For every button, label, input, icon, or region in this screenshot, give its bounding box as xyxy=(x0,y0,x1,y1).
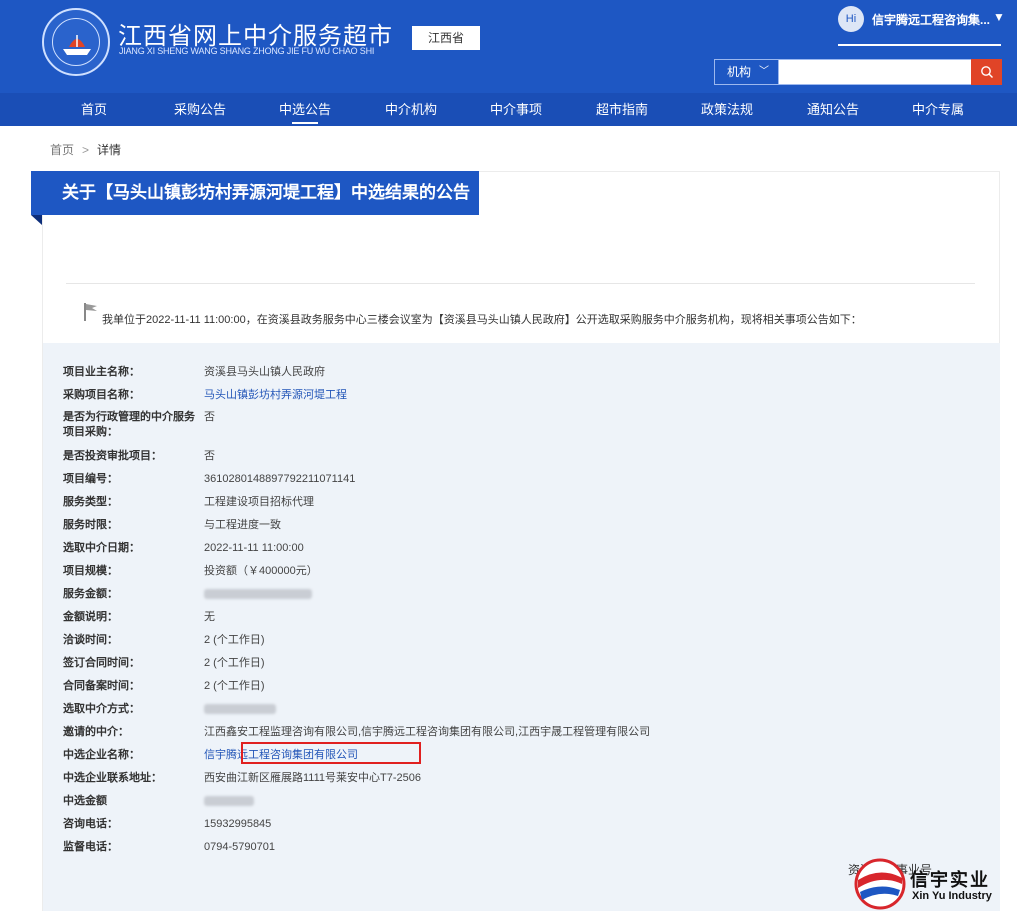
breadcrumb-current: 详情 xyxy=(97,143,122,157)
detail-value: 投资额（￥400000元） xyxy=(204,565,318,577)
detail-value: 否 xyxy=(204,450,215,462)
detail-label: 项目业主名称： xyxy=(63,366,140,378)
divider xyxy=(66,283,975,284)
detail-value: 0794-5790701 xyxy=(204,841,275,853)
breadcrumb-home[interactable]: 首页 xyxy=(50,143,74,157)
breadcrumb: 首页 > 详情 xyxy=(50,141,121,158)
banner-fold xyxy=(31,215,42,225)
detail-label: 洽谈时间： xyxy=(63,634,118,646)
nav-agencies[interactable]: 中介机构 xyxy=(358,93,464,126)
detail-label: 采购项目名称： xyxy=(63,389,140,401)
watermark-cn-text: 信宇实业 xyxy=(910,870,990,890)
detail-value: 否 xyxy=(204,411,215,423)
notice-title: 关于【马头山镇彭坊村弄源河堤工程】中选结果的公告 xyxy=(31,171,479,215)
watermark-en-text: Xin Yu Industry xyxy=(912,890,992,902)
main-nav: 首页 采购公告 中选公告 中介机构 中介事项 超市指南 政策法规 通知公告 中介… xyxy=(0,93,1017,126)
detail-value: 3610280148897792211071141 xyxy=(204,473,356,485)
site-subtitle: JIANG XI SHENG WANG SHANG ZHONG JIE FU W… xyxy=(119,46,375,56)
caret-down-icon[interactable]: ▼ xyxy=(993,10,1005,24)
user-menu[interactable]: Hi 信宇腾远工程咨询集... ▼ xyxy=(838,6,1005,46)
detail-label: 选取中介日期： xyxy=(63,542,140,554)
detail-label: 合同备案时间： xyxy=(63,680,140,692)
nav-announcements[interactable]: 通知公告 xyxy=(780,93,886,126)
nav-policy[interactable]: 政策法规 xyxy=(674,93,780,126)
detail-label: 金额说明： xyxy=(63,611,118,623)
project-name-link[interactable]: 马头山镇彭坊村弄源河堤工程 xyxy=(204,388,347,403)
detail-label: 项目规模： xyxy=(63,565,118,577)
search-icon xyxy=(980,66,993,78)
detail-value: 无 xyxy=(204,611,215,623)
nav-home[interactable]: 首页 xyxy=(41,93,147,126)
nav-exclusive[interactable]: 中介专属 xyxy=(885,93,991,126)
detail-label: 咨询电话： xyxy=(63,818,118,830)
detail-value: 2 (个工作日) xyxy=(204,657,265,669)
detail-value: 2022-11-11 11:00:00 xyxy=(204,542,304,554)
chevron-down-icon: ﹀ xyxy=(759,66,769,77)
search-type-select[interactable]: 机构 ﹀ xyxy=(715,60,779,84)
flag-icon xyxy=(84,303,97,321)
search-input[interactable] xyxy=(779,60,971,84)
search-type-label: 机构 xyxy=(727,65,752,79)
search-button[interactable] xyxy=(971,59,1002,85)
detail-value: 江西鑫安工程监理咨询有限公司,信宇腾远工程咨询集团有限公司,江西宇晟工程管理有限… xyxy=(204,726,651,738)
detail-value: 与工程进度一致 xyxy=(204,519,281,531)
detail-value: 工程建设项目招标代理 xyxy=(204,496,314,508)
detail-label: 项目编号： xyxy=(63,473,118,485)
detail-label: 是否为行政管理的中介服务项目采购： xyxy=(63,411,195,438)
annotation-highlight-box xyxy=(241,742,421,764)
nav-selection-notice[interactable]: 中选公告 xyxy=(252,93,358,126)
nav-agency-items[interactable]: 中介事项 xyxy=(463,93,569,126)
detail-value: 西安曲江新区雁展路1111号莱安中心T7-2506 xyxy=(204,772,421,784)
detail-label: 监督电话： xyxy=(63,841,118,853)
site-logo[interactable] xyxy=(42,8,110,76)
region-selector[interactable]: 江西省 xyxy=(412,26,480,50)
redacted-value xyxy=(204,587,312,602)
detail-label: 服务时限： xyxy=(63,519,118,531)
detail-label: 邀请的中介： xyxy=(63,726,129,738)
nav-guide[interactable]: 超市指南 xyxy=(569,93,675,126)
redacted-value xyxy=(204,702,276,717)
detail-label: 服务金额： xyxy=(63,588,118,600)
detail-label: 服务类型： xyxy=(63,496,118,508)
nav-procurement-notice[interactable]: 采购公告 xyxy=(147,93,253,126)
detail-label: 中选企业名称： xyxy=(63,749,140,761)
user-avatar[interactable]: Hi xyxy=(838,6,864,32)
logo-emblem-icon xyxy=(52,18,100,66)
watermark-logo: 信宇实业 Xin Yu Industry xyxy=(850,856,1000,912)
redacted-value xyxy=(204,794,254,809)
detail-value: 2 (个工作日) xyxy=(204,634,265,646)
search-box: 机构 ﹀ xyxy=(714,59,1002,85)
user-name[interactable]: 信宇腾远工程咨询集... xyxy=(872,11,990,28)
detail-label: 是否投资审批项目： xyxy=(63,450,162,462)
detail-label: 选取中介方式： xyxy=(63,703,140,715)
breadcrumb-separator: > xyxy=(82,143,90,157)
watermark-emblem-icon xyxy=(854,858,906,910)
intro-text: 我单位于2022-11-11 11:00:00，在资溪县政务服务中心三楼会议室为… xyxy=(102,314,862,326)
detail-label: 中选企业联系地址： xyxy=(63,772,162,784)
detail-value: 资溪县马头山镇人民政府 xyxy=(204,366,325,378)
detail-value: 15932995845 xyxy=(204,818,272,830)
user-underline xyxy=(838,44,1001,46)
detail-label: 签订合同时间： xyxy=(63,657,140,669)
detail-label: 中选金额 xyxy=(63,795,107,807)
site-header: 江西省网上中介服务超市 JIANG XI SHENG WANG SHANG ZH… xyxy=(0,0,1017,93)
detail-value: 2 (个工作日) xyxy=(204,680,265,692)
